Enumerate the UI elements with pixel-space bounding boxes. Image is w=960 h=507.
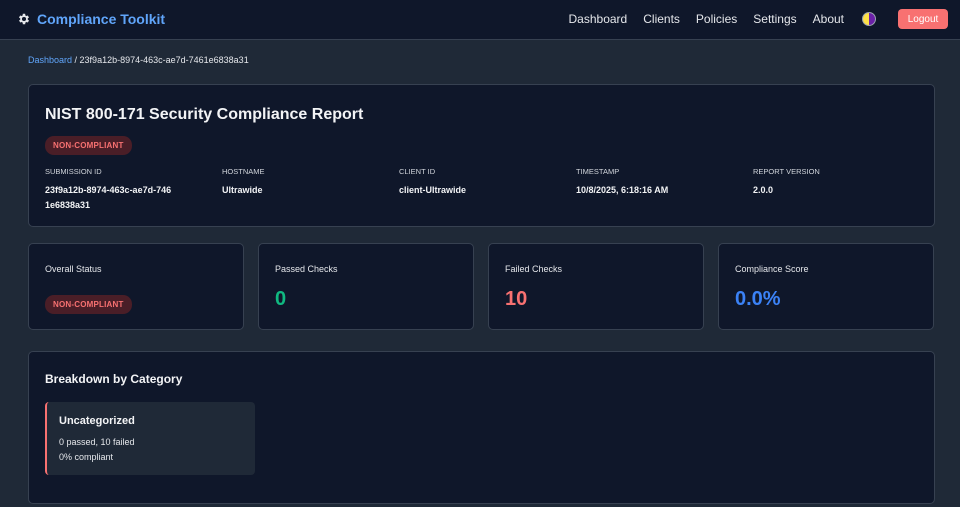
gear-icon	[18, 13, 30, 25]
nav-clients[interactable]: Clients	[643, 12, 680, 26]
breadcrumb: Dashboard / 23f9a12b-8974-463c-ae7d-7461…	[28, 55, 249, 65]
breadcrumb-separator: /	[72, 55, 80, 65]
main-nav: Dashboard Clients Policies Settings Abou…	[569, 0, 960, 38]
meta-timestamp: Timestamp 10/8/2025, 6:18:16 AM	[576, 167, 726, 198]
category-summary: 0 passed, 10 failed	[59, 437, 135, 447]
logout-button[interactable]: Logout	[898, 9, 948, 29]
category-compliance: 0% compliant	[59, 452, 114, 462]
failed-checks-value: 10	[505, 288, 528, 310]
compliance-score-card: Compliance Score 0.0%	[718, 243, 934, 330]
breadcrumb-current: 23f9a12b-8974-463c-ae7d-7461e6838a31	[79, 55, 249, 65]
overall-status-card: Overall Status NON-COMPLIANT	[28, 243, 244, 330]
meta-report-version: Report Version 2.0.0	[753, 167, 903, 198]
report-metadata: Submission ID 23f9a12b-8974-463c-ae7d-74…	[45, 167, 925, 217]
brand-title: Compliance Toolkit	[37, 11, 166, 27]
nav-dashboard[interactable]: Dashboard	[569, 12, 628, 26]
meta-submission-id: Submission ID 23f9a12b-8974-463c-ae7d-74…	[45, 167, 195, 213]
passed-checks-card: Passed Checks 0	[258, 243, 474, 330]
meta-label: Report Version	[753, 167, 820, 176]
top-navbar: Compliance Toolkit Dashboard Clients Pol…	[0, 0, 960, 40]
nav-settings[interactable]: Settings	[753, 12, 796, 26]
stat-label: Passed Checks	[275, 264, 338, 274]
page-title: NIST 800-171 Security Compliance Report	[45, 106, 364, 123]
stat-label: Failed Checks	[505, 264, 563, 274]
category-card[interactable]: Uncategorized 0 passed, 10 failed 0% com…	[45, 402, 255, 475]
meta-value: client-Ultrawide	[399, 185, 467, 195]
breakdown-title: Breakdown by Category	[45, 372, 183, 386]
compliance-score-value: 0.0%	[735, 288, 781, 310]
report-header-card: NIST 800-171 Security Compliance Report …	[28, 84, 935, 227]
stat-label: Compliance Score	[735, 264, 809, 274]
status-badge: NON-COMPLIANT	[45, 136, 132, 155]
stat-label: Overall Status	[45, 264, 102, 274]
meta-value: 10/8/2025, 6:18:16 AM	[576, 185, 669, 195]
meta-value: Ultrawide	[222, 185, 263, 195]
nav-policies[interactable]: Policies	[696, 12, 737, 26]
meta-value: 2.0.0	[753, 185, 774, 195]
meta-value: 23f9a12b-8974-463c-ae7d-7461e6838a31	[45, 185, 172, 210]
theme-toggle-icon[interactable]	[862, 12, 876, 26]
meta-label: Timestamp	[576, 167, 620, 176]
meta-label: Client ID	[399, 167, 436, 176]
passed-checks-value: 0	[275, 288, 287, 310]
meta-label: Hostname	[222, 167, 265, 176]
overall-status-badge: NON-COMPLIANT	[45, 295, 132, 314]
brand[interactable]: Compliance Toolkit	[17, 9, 165, 29]
meta-client-id: Client ID client-Ultrawide	[399, 167, 549, 198]
failed-checks-card: Failed Checks 10	[488, 243, 704, 330]
breakdown-card: Breakdown by Category Uncategorized 0 pa…	[28, 351, 935, 504]
meta-label: Submission ID	[45, 167, 102, 176]
nav-about[interactable]: About	[813, 12, 844, 26]
breadcrumb-dashboard-link[interactable]: Dashboard	[28, 55, 72, 65]
category-name: Uncategorized	[59, 415, 135, 427]
meta-hostname: Hostname Ultrawide	[222, 167, 372, 198]
